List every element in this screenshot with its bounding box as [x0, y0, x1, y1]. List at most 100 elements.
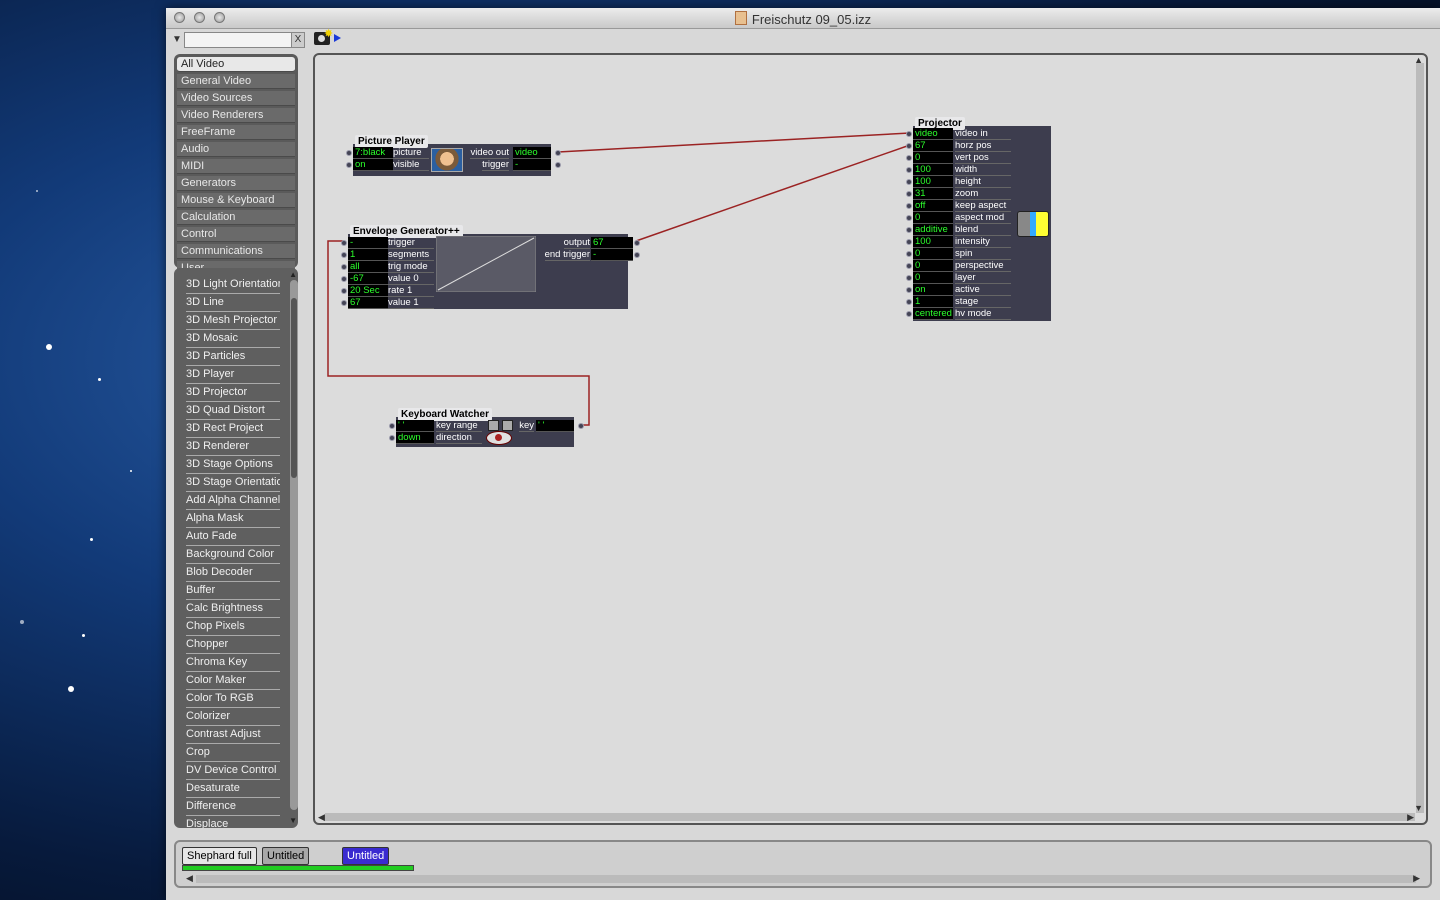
input-port[interactable]: [906, 179, 912, 185]
actor-list-item[interactable]: Alpha Mask: [186, 510, 280, 528]
actor-list-item[interactable]: Chroma Key: [186, 654, 280, 672]
input-port[interactable]: [906, 263, 912, 269]
picture-player-actor[interactable]: Picture Player 7:black picture on visible vi…: [346, 135, 561, 176]
actor-list-item[interactable]: Auto Fade: [186, 528, 280, 546]
input-value[interactable]: 100: [913, 236, 953, 248]
play-icon[interactable]: [334, 34, 341, 42]
canvas-vertical-scrollbar[interactable]: [1416, 63, 1424, 813]
scroll-up-arrow-icon[interactable]: ▲: [289, 270, 297, 279]
input-value[interactable]: -67: [348, 273, 388, 285]
input-port[interactable]: [341, 288, 347, 294]
input-port[interactable]: [906, 239, 912, 245]
category-item[interactable]: Calculation: [177, 210, 295, 225]
input-port[interactable]: [906, 287, 912, 293]
input-value[interactable]: 67: [348, 297, 388, 309]
actor-list-item[interactable]: 3D Quad Distort: [186, 402, 280, 420]
input-port[interactable]: [906, 227, 912, 233]
output-port[interactable]: [555, 150, 561, 156]
category-item[interactable]: Video Renderers: [177, 108, 295, 123]
output-port[interactable]: [634, 252, 640, 258]
category-item[interactable]: FreeFrame: [177, 125, 295, 140]
eye-icon[interactable]: [486, 431, 512, 445]
output-value[interactable]: 67: [591, 237, 633, 249]
actor-list-item[interactable]: 3D Mesh Projector: [186, 312, 280, 330]
input-port[interactable]: [906, 191, 912, 197]
actor-list-item[interactable]: 3D Particles: [186, 348, 280, 366]
actor-list-item[interactable]: Color Maker: [186, 672, 280, 690]
input-value[interactable]: 31: [913, 188, 953, 200]
input-port[interactable]: [906, 203, 912, 209]
scrollbar-thumb[interactable]: [291, 298, 297, 478]
output-value[interactable]: video: [513, 147, 551, 159]
input-port[interactable]: [906, 143, 912, 149]
clear-filter-button[interactable]: X: [291, 32, 305, 48]
input-port[interactable]: [341, 276, 347, 282]
scene-scroll-left-icon[interactable]: ◀: [186, 873, 193, 884]
actor-list-item[interactable]: Desaturate: [186, 780, 280, 798]
envelope-generator-actor[interactable]: Envelope Generator++ - trigger 1 segments al…: [341, 225, 640, 309]
input-port[interactable]: [906, 155, 912, 161]
input-value[interactable]: 0: [913, 152, 953, 164]
output-port[interactable]: [578, 423, 584, 429]
input-value[interactable]: 100: [913, 164, 953, 176]
output-value[interactable]: -: [591, 249, 633, 261]
filter-menu-icon[interactable]: ▼: [172, 34, 182, 45]
category-item[interactable]: Control: [177, 227, 295, 242]
actor-list-scrollbar[interactable]: [290, 280, 298, 810]
actor-list-item[interactable]: Contrast Adjust: [186, 726, 280, 744]
canvas-scroll-right-icon[interactable]: ▶: [1407, 812, 1414, 823]
input-port[interactable]: [906, 251, 912, 257]
category-item[interactable]: MIDI: [177, 159, 295, 174]
actor-list-item[interactable]: Chopper: [186, 636, 280, 654]
actor-list-item[interactable]: DV Device Control: [186, 762, 280, 780]
actor-list-item[interactable]: 3D Renderer: [186, 438, 280, 456]
input-port[interactable]: [906, 131, 912, 137]
input-port[interactable]: [906, 299, 912, 305]
scene-tab[interactable]: Untitled: [342, 847, 390, 865]
input-value[interactable]: 100: [913, 176, 953, 188]
input-value[interactable]: additive: [913, 224, 953, 236]
actor-list-item[interactable]: Color To RGB: [186, 690, 280, 708]
actor-list-item[interactable]: 3D Stage Options: [186, 456, 280, 474]
input-value[interactable]: on: [353, 159, 393, 171]
input-value[interactable]: on: [913, 284, 953, 296]
scroll-down-arrow-icon[interactable]: ▼: [289, 816, 297, 825]
actor-filter-input[interactable]: [184, 32, 294, 48]
envelope-curve-graph[interactable]: [436, 236, 536, 292]
scene-tab[interactable]: Shephard full: [182, 847, 257, 865]
category-item[interactable]: Video Sources: [177, 91, 295, 106]
actor-list-item[interactable]: Colorizer: [186, 708, 280, 726]
actor-list-item[interactable]: 3D Projector: [186, 384, 280, 402]
actor-list-item[interactable]: 3D Stage Orientation: [186, 474, 280, 492]
input-value[interactable]: video: [913, 128, 953, 140]
input-value[interactable]: 1: [348, 249, 388, 261]
input-port[interactable]: [906, 215, 912, 221]
actor-list-item[interactable]: Chop Pixels: [186, 618, 280, 636]
actor-list-item[interactable]: Displace: [186, 816, 280, 828]
input-port[interactable]: [389, 435, 395, 441]
input-port[interactable]: [346, 162, 352, 168]
input-value[interactable]: 7:black: [353, 147, 393, 159]
actor-list-item[interactable]: Calc Brightness: [186, 600, 280, 618]
output-value[interactable]: -: [513, 159, 551, 171]
input-value[interactable]: 20 Sec: [348, 285, 388, 297]
input-port[interactable]: [341, 252, 347, 258]
projector-actor[interactable]: Projector video video in 67 horz pos 0 vert p…: [906, 117, 1051, 321]
scene-scrollbar[interactable]: [196, 875, 1416, 883]
keyboard-watcher-actor[interactable]: Keyboard Watcher ' ' key range down directi…: [389, 408, 584, 447]
input-value[interactable]: off: [913, 200, 953, 212]
actor-list-item[interactable]: Crop: [186, 744, 280, 762]
input-port[interactable]: [341, 300, 347, 306]
input-port[interactable]: [346, 150, 352, 156]
actor-list-item[interactable]: Buffer: [186, 582, 280, 600]
category-item[interactable]: All Video: [177, 57, 295, 72]
canvas-horizontal-scrollbar[interactable]: [325, 813, 1415, 821]
input-port[interactable]: [341, 264, 347, 270]
input-value[interactable]: all: [348, 261, 388, 273]
input-port[interactable]: [341, 240, 347, 246]
input-port[interactable]: [906, 167, 912, 173]
actor-list-item[interactable]: Add Alpha Channel: [186, 492, 280, 510]
actor-list-item[interactable]: Difference: [186, 798, 280, 816]
input-port[interactable]: [389, 423, 395, 429]
category-item[interactable]: Audio: [177, 142, 295, 157]
